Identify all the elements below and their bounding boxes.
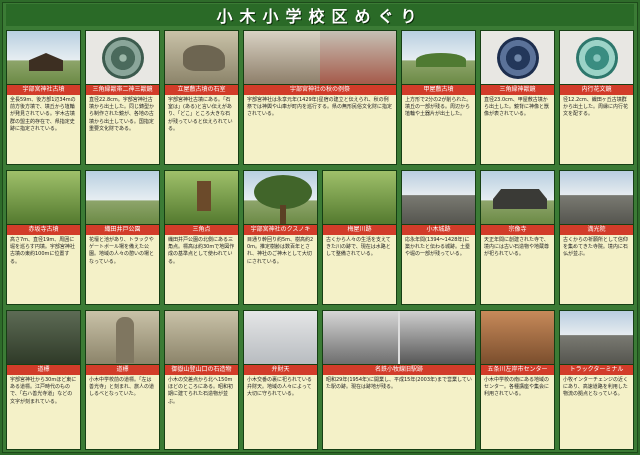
- photo-mound: [402, 31, 475, 85]
- description: 古くから人々の生活を支えてきた川の跡で、現在は水路として整備されている。: [326, 237, 391, 258]
- caption: 道標: [7, 365, 80, 375]
- panel-row2-5[interactable]: 梅屋川跡 古くから人々の生活を支えてきた川の跡で、現在は水路として整備されている…: [322, 170, 397, 305]
- panel-mirror-3[interactable]: 内行花文鏡 径12.2cm、織田ヶ丘古墳群から出土した。周縁に内行花文を配する。: [559, 30, 634, 165]
- panel-row3-7[interactable]: 五条川左岸市センター 小木中学校の南にある地域のセンター。各種講座や集会に利用さ…: [480, 310, 555, 450]
- caption: トラックターミナル: [560, 365, 633, 375]
- caption: 宗像寺: [481, 225, 554, 235]
- description: 高さ7m、直径19m、周囲に堀を巡らす円墳。宇部宮神社古墳の東約100mに位置す…: [10, 237, 75, 265]
- panel-stone-chamber[interactable]: 立屋敷古墳の石室 宇部宮神社古墳にある。「石室は」(ある)と言い伝えがあり、「ど…: [164, 30, 239, 165]
- description: 応永年間(1394〜1428年)に築かれたと伝わる城跡。土塁や堀の一部が残ってい…: [405, 237, 471, 258]
- photo-street: [560, 171, 633, 225]
- photo-trees: [7, 171, 80, 225]
- description: 花壇と池があり、トラックやゲートボール場を備えた公園。地域の人々の憩いの場となっ…: [89, 237, 155, 265]
- photo-building: [481, 311, 554, 365]
- photo-terminal: [560, 311, 633, 365]
- description: 宇部宮神社古墳にある。「石室は」(ある)と言い伝えがあり、「どこ」ところ大きな石…: [168, 97, 233, 132]
- photo-bronze-mirror: [481, 31, 554, 85]
- panel-row3-1[interactable]: 道標 宇部宮神社から30mほど東にある道標。江戸時代のもので、「右ハ善光寺道」な…: [6, 310, 81, 450]
- row-3: 道標 宇部宮神社から30mほど東にある道標。江戸時代のもので、「右ハ善光寺道」な…: [6, 310, 634, 450]
- caption: 織田井戸公園: [86, 225, 159, 235]
- caption: 道標: [86, 365, 159, 375]
- row-1: 宇部宮神社古墳 全長59m、後方部1辺34mの前方後方墳で、墳丘から埴輪が発見さ…: [6, 30, 634, 165]
- caption: 御嶽山登山口の石造物: [165, 365, 238, 375]
- photo-temple: [481, 171, 554, 225]
- photo-castle-site: [402, 171, 475, 225]
- panel-row3-8[interactable]: トラックターミナル 小牧インターチェンジの近くにあり、高速道路を利用した物流の拠…: [559, 310, 634, 450]
- row-2: 赤坂寺古墳 高さ7m、直径19m、周囲に堀を巡らす円墳。宇部宮神社古墳の東約10…: [6, 170, 634, 305]
- description: 直径23.0cm、甲屋敷古墳から出土した。鏡背に神像と獣像が表されている。: [484, 97, 550, 118]
- description: 古くからの祈願所として信仰を集めてきた寺院。境内に石仏が並ぶ。: [563, 237, 628, 258]
- panel-row2-2[interactable]: 織田井戸公園 花壇と池があり、トラックやゲートボール場を備えた公園。地域の人々の…: [85, 170, 160, 305]
- page-title: 小木小学校区めぐり: [216, 7, 424, 26]
- photo-stone: [165, 31, 238, 85]
- panel-row2-4[interactable]: 宇部宮神社のクスノキ 目通り幹回り約5m、樹高約20m。推定樹齢は数百年とされ、…: [243, 170, 318, 305]
- panel-row3-2[interactable]: 道標 小木中学校前の道標。「左は善光寺」と刻まれ、旅人の道しるべとなっていた。: [85, 310, 160, 450]
- photo-marker: [165, 171, 238, 225]
- description: 昭和29年(1954年)に開業し、平成15年(2003年)まで営業していた駅の跡…: [326, 377, 472, 391]
- description: 目通り幹回り約5m、樹高約20m。推定樹齢は数百年とされ、神社のご神木として大切…: [247, 237, 314, 265]
- description: 小木中学校前の道標。「左は善光寺」と刻まれ、旅人の道しるべとなっていた。: [89, 377, 155, 398]
- description: 全長59m、後方部1辺34mの前方後方墳で、墳丘から埴輪が発見されている。宇木古…: [10, 97, 76, 132]
- panel-mirror-2[interactable]: 三角縁神獣鏡 直径23.0cm、甲屋敷古墳から出土した。鏡背に神像と獣像が表され…: [480, 30, 555, 165]
- caption: 弁財天: [244, 365, 317, 375]
- description: 径12.2cm、織田ヶ丘古墳群から出土した。周縁に内行花文を配する。: [563, 97, 629, 118]
- description: 小木中学校の南にある地域のセンター。各種講座や集会に利用されている。: [484, 377, 550, 398]
- caption: 名鉄小牧線旧駅跡: [323, 365, 475, 375]
- panel-row2-8[interactable]: 満光院 古くからの祈願所として信仰を集めてきた寺院。境内に石仏が並ぶ。: [559, 170, 634, 305]
- photo-stone-statues: [7, 311, 80, 365]
- title-banner: 小木小学校区めぐり: [6, 4, 634, 26]
- description: 織田井戸公園の北側にある三角点。標高は約30mで地図作成の基準点として使われてい…: [168, 237, 235, 265]
- panel-row2-3[interactable]: 三角点 織田井戸公園の北側にある三角点。標高は約30mで地図作成の基準点として使…: [164, 170, 239, 305]
- photo-camphor-tree: [244, 171, 317, 225]
- description: 上方形で2分の2が削られた。墳丘の一部が残る。周辺から埴輪や土器片が出土した。: [405, 97, 472, 118]
- caption: 三角縁神獣鏡: [481, 85, 554, 95]
- caption: 小木城跡: [402, 225, 475, 235]
- description: 直径22.8cm。宇部宮神社古墳から出土した。同じ鋳型から制作された鏡が、各地の…: [89, 97, 155, 132]
- photo-festival: [244, 31, 396, 85]
- caption: 宇部宮神社のクスノキ: [244, 225, 317, 235]
- panel-festival[interactable]: 宇部宮神社の秋の例祭 宇部宮神社は永享元年(1429年)星宿の建立と伝えられ、秋…: [243, 30, 397, 165]
- description: 小木の交差点から北へ150mほどのところにある。昭和初期に建てられた石造物が並ぶ…: [168, 377, 234, 405]
- panel-row2-7[interactable]: 宗像寺 天正年間に創建された寺で、境内には古い石造物や地蔵尊が祀られている。: [480, 170, 555, 305]
- panel-row2-6[interactable]: 小木城跡 応永年間(1394〜1428年)に築かれたと伝わる城跡。土塁や堀の一部…: [401, 170, 476, 305]
- caption: 内行花文鏡: [560, 85, 633, 95]
- panel-mirror-1[interactable]: 三角縁獣帯二神三獣鏡 直径22.8cm。宇部宮神社古墳から出土した。同じ鋳型から…: [85, 30, 160, 165]
- caption: 甲屋敷古墳: [402, 85, 475, 95]
- panel-udomiya-kofun[interactable]: 宇部宮神社古墳 全長59m、後方部1辺34mの前方後方墳で、墳丘から埴輪が発見さ…: [6, 30, 81, 165]
- caption: 立屋敷古墳の石室: [165, 85, 238, 95]
- caption: 梅屋川跡: [323, 225, 396, 235]
- caption: 三角点: [165, 225, 238, 235]
- panel-koyashiki-kofun[interactable]: 甲屋敷古墳 上方形で2分の2が削られた。墳丘の一部が残る。周辺から埴輪や土器片が…: [401, 30, 476, 165]
- photo-benzaiten: [244, 311, 317, 365]
- caption: 五条川左岸市センター: [481, 365, 554, 375]
- photo-bronze-mirror: [560, 31, 633, 85]
- panel-row3-3[interactable]: 御嶽山登山口の石造物 小木の交差点から北へ150mほどのところにある。昭和初期に…: [164, 310, 239, 450]
- panel-row3-5[interactable]: 名鉄小牧線旧駅跡 昭和29年(1954年)に開業し、平成15年(2003年)まで…: [322, 310, 476, 450]
- photo-bronze-mirror: [86, 31, 159, 85]
- description: 宇部宮神社から30mほど東にある道標。江戸時代のもので、「右ハ善光寺道」などの文…: [10, 377, 77, 405]
- panel-row3-4[interactable]: 弁財天 小木交番の裏に祀られている弁財天。地域の人々によって大切に守られている。: [243, 310, 318, 450]
- description: 小牧インターチェンジの近くにあり、高速道路を利用した物流の拠点となっている。: [563, 377, 629, 398]
- panel-row2-1[interactable]: 赤坂寺古墳 高さ7m、直径19m、周囲に堀を巡らす円墳。宇部宮神社古墳の東約10…: [6, 170, 81, 305]
- photo-steps: [165, 311, 238, 365]
- description: 宇部宮神社は永享元年(1429年)星宿の建立と伝えられ、秋の例祭では神輿や山車が…: [247, 97, 393, 118]
- caption: 満光院: [560, 225, 633, 235]
- photo-river: [323, 171, 396, 225]
- caption: 宇部宮神社の秋の例祭: [244, 85, 396, 95]
- description: 天正年間に創建された寺で、境内には古い石造物や地蔵尊が祀られている。: [484, 237, 550, 258]
- photo-park: [86, 171, 159, 225]
- description: 小木交番の裏に祀られている弁財天。地域の人々によって大切に守られている。: [247, 377, 312, 398]
- caption: 宇部宮神社古墳: [7, 85, 80, 95]
- photo-old-station: [323, 311, 475, 365]
- caption: 赤坂寺古墳: [7, 225, 80, 235]
- caption: 三角縁獣帯二神三獣鏡: [86, 85, 159, 95]
- photo-shrine: [7, 31, 80, 85]
- photo-signpost: [86, 311, 159, 365]
